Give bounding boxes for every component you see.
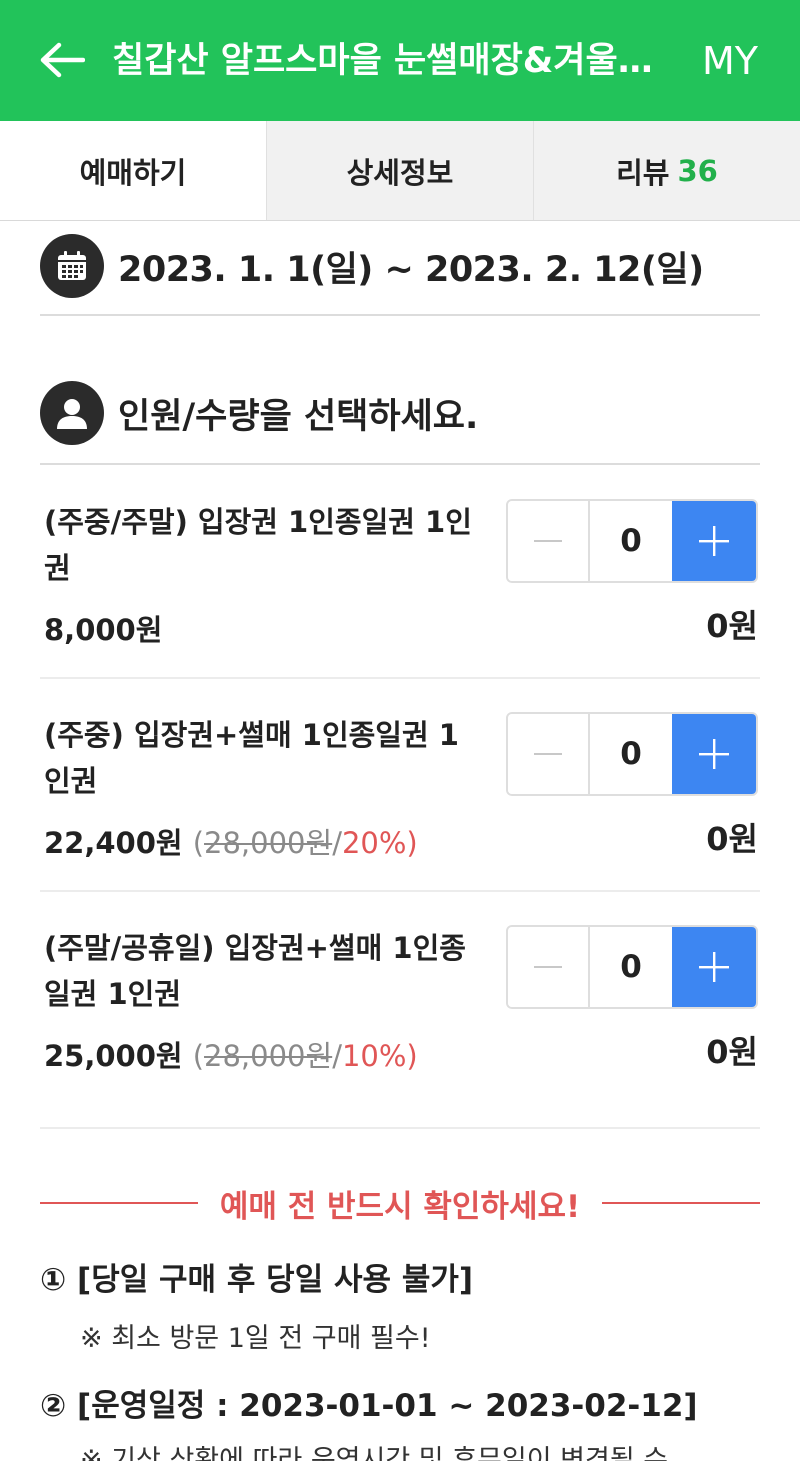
increase-button[interactable]	[672, 714, 756, 794]
ticket-total: 0원	[706, 1033, 758, 1071]
tab-details-label: 상세정보	[346, 155, 454, 190]
original-price: 28,000원	[204, 1039, 333, 1073]
plus-icon	[699, 952, 729, 982]
minus-icon	[534, 753, 562, 755]
increase-button[interactable]	[672, 501, 756, 581]
calendar-icon	[40, 234, 104, 298]
page-title: 칠갑산 알프스마을 눈썰매장&겨울축제	[112, 41, 672, 81]
my-page-button[interactable]: MY	[690, 36, 770, 86]
ticket-price: 8,000원	[44, 607, 162, 649]
person-icon	[40, 381, 104, 445]
ticket-item: (주중) 입장권+썰매 1인종일권 1인권 22,400원 (28,000원/2…	[40, 712, 760, 872]
divider	[40, 1127, 760, 1129]
notice-item: ② [운영일정 : 2023-01-01 ~ 2023-02-12]	[40, 1388, 698, 1424]
divider	[40, 314, 760, 316]
plus-icon	[699, 526, 729, 556]
ticket-sale-price: 8,000원	[44, 613, 163, 647]
ticket-sale-price: 22,400원	[44, 826, 183, 860]
quantity-stepper: 0	[506, 712, 758, 796]
notice-rule-left	[40, 1202, 198, 1204]
discount-rate: 20%)	[341, 826, 418, 860]
back-arrow-icon	[40, 42, 85, 78]
date-range-text: 2023. 1. 1(일) ~ 2023. 2. 12(일)	[118, 249, 704, 290]
increase-button[interactable]	[672, 927, 756, 1007]
minus-icon	[534, 540, 562, 542]
decrease-button[interactable]	[508, 714, 590, 794]
tab-reviews[interactable]: 리뷰 36	[533, 121, 800, 220]
quantity-stepper: 0	[506, 499, 758, 583]
tab-booking[interactable]: 예매하기	[0, 121, 266, 220]
app-header: 칠갑산 알프스마을 눈썰매장&겨울축제 MY	[0, 0, 800, 121]
notice-item-sub: ※ 최소 방문 1일 전 구매 필수!	[80, 1323, 431, 1354]
notice-item-sub: ※ 기상 상황에 따라 운영시간 및 휴무일이 변경될 수	[80, 1445, 669, 1461]
notice-title: 예매 전 반드시 확인하세요!	[219, 1188, 581, 1225]
notice-item: ① [당일 구매 후 당일 사용 불가]	[40, 1262, 474, 1298]
ticket-total: 0원	[706, 820, 758, 858]
notice-rule-right	[602, 1202, 761, 1204]
decrease-button[interactable]	[508, 501, 590, 581]
quantity-value: 0	[590, 927, 672, 1007]
ticket-item: (주중/주말) 입장권 1인종일권 1인권 8,000원 0 0원	[40, 499, 760, 659]
tab-booking-label: 예매하기	[79, 155, 187, 190]
tab-bar: 예매하기 상세정보 리뷰 36	[0, 121, 800, 221]
divider	[40, 890, 760, 892]
quantity-value: 0	[590, 714, 672, 794]
plus-icon	[699, 739, 729, 769]
quantity-value: 0	[590, 501, 672, 581]
divider	[40, 677, 760, 679]
ticket-name: (주중/주말) 입장권 1인종일권 1인권	[44, 505, 472, 585]
minus-icon	[534, 966, 562, 968]
ticket-item: (주말/공휴일) 입장권+썰매 1인종일권 1인권 25,000원 (28,00…	[40, 925, 760, 1085]
ticket-name: (주말/공휴일) 입장권+썰매 1인종일권 1인권	[44, 931, 466, 1011]
quantity-heading-row: 인원/수량을 선택하세요.	[40, 381, 478, 445]
tab-reviews-label: 리뷰	[616, 155, 670, 190]
ticket-price: 25,000원 (28,000원/10%)	[44, 1033, 418, 1075]
notice-title-row: 예매 전 반드시 확인하세요!	[40, 1178, 761, 1228]
price-paren: (	[192, 826, 205, 860]
ticket-name: (주중) 입장권+썰매 1인종일권 1인권	[44, 718, 459, 798]
review-count: 36	[677, 153, 718, 188]
ticket-total: 0원	[706, 607, 758, 645]
price-separator: /	[332, 1039, 342, 1073]
divider	[40, 463, 760, 465]
original-price: 28,000원	[204, 826, 333, 860]
decrease-button[interactable]	[508, 927, 590, 1007]
ticket-sale-price: 25,000원	[44, 1039, 183, 1073]
price-paren: (	[192, 1039, 205, 1073]
tab-details[interactable]: 상세정보	[266, 121, 533, 220]
price-separator: /	[332, 826, 342, 860]
quantity-stepper: 0	[506, 925, 758, 1009]
ticket-price: 22,400원 (28,000원/20%)	[44, 820, 418, 862]
date-range-row: 2023. 1. 1(일) ~ 2023. 2. 12(일)	[40, 234, 704, 298]
back-button[interactable]	[36, 36, 88, 84]
quantity-heading: 인원/수량을 선택하세요.	[118, 396, 479, 437]
discount-rate: 10%)	[341, 1039, 418, 1073]
